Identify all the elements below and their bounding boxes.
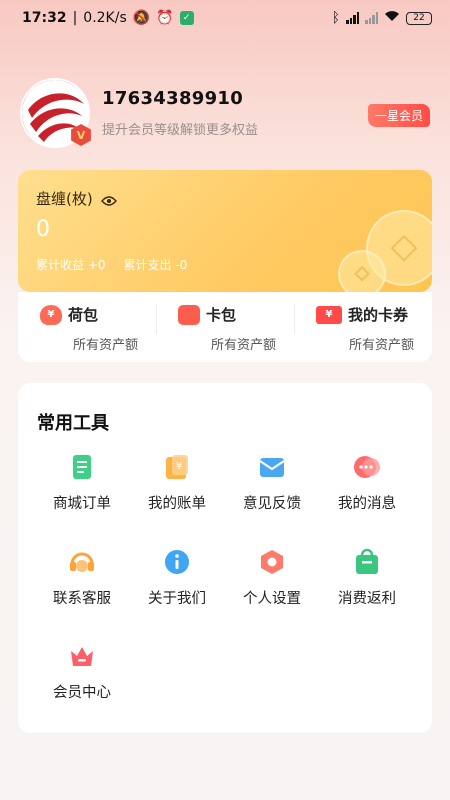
- coin-decoration-small: [338, 250, 386, 292]
- tool-label: 消费返利: [338, 591, 396, 607]
- income-total: 累计收益 +0: [36, 258, 106, 272]
- tool-customer-service[interactable]: 联系客服: [35, 547, 129, 608]
- tool-label: 会员中心: [53, 685, 111, 701]
- profile-header[interactable]: V 17634389910 提升会员等级解锁更多权益: [20, 78, 258, 148]
- tool-label: 我的消息: [338, 496, 396, 512]
- wallet-item-coupons[interactable]: ¥ 我的卡券 所有资产额: [294, 292, 432, 362]
- expense-total: 累计支出 -0: [123, 258, 188, 272]
- tool-my-messages[interactable]: 我的消息: [320, 452, 414, 513]
- pouch-icon: ¥: [40, 304, 62, 325]
- status-divider: |: [72, 10, 78, 26]
- wallet-item-label: 卡包: [206, 306, 237, 324]
- wallet-item-pouch[interactable]: ¥ 荷包 所有资产额: [18, 292, 156, 362]
- avatar[interactable]: V: [20, 78, 91, 148]
- message-icon: [352, 452, 382, 482]
- ticket-icon: ¥: [316, 305, 342, 324]
- tool-label: 个人设置: [243, 591, 301, 607]
- tool-label: 关于我们: [148, 591, 206, 607]
- rebate-icon: [352, 547, 382, 577]
- info-icon: [162, 547, 192, 577]
- tool-feedback[interactable]: 意见反馈: [225, 452, 319, 513]
- tool-label: 我的账单: [148, 496, 206, 512]
- status-bar: 17:32 | 0.2K/s 🔕 ⏰ ✓ ᛒ 22: [0, 0, 450, 36]
- headset-icon: [67, 547, 97, 577]
- order-icon: [67, 452, 97, 482]
- alarm-icon: ⏰: [156, 10, 174, 26]
- balance-title-row: 盘缠(枚): [36, 188, 117, 209]
- tool-consumption-rebate[interactable]: 消费返利: [320, 547, 414, 608]
- shield-icon: ✓: [179, 11, 194, 25]
- mail-icon: [257, 452, 287, 482]
- wallet-icon: [178, 304, 200, 325]
- tool-personal-settings[interactable]: 个人设置: [225, 547, 319, 608]
- tools-title: 常用工具: [37, 413, 109, 434]
- balance-stats: 累计收益 +0 累计支出 -0: [36, 256, 187, 273]
- battery-icon: 22: [406, 11, 432, 25]
- wallet-item-sub: 所有资产额: [348, 338, 414, 353]
- phone-number: 17634389910: [102, 88, 244, 109]
- signal-icon: [346, 12, 359, 24]
- network-speed: 0.2K/s: [83, 10, 127, 26]
- wallet-item-sub: 所有资产额: [210, 338, 276, 353]
- tool-label: 商城订单: [53, 496, 111, 512]
- upgrade-tip: 提升会员等级解锁更多权益: [102, 123, 259, 138]
- wallet-item-cards[interactable]: 卡包 所有资产额: [156, 292, 294, 362]
- tool-label: 意见反馈: [243, 496, 301, 512]
- mute-bell-icon: 🔕: [132, 10, 151, 26]
- wallet-row: ¥ 荷包 所有资产额 卡包 所有资产额 ¥ 我的卡券 所有资产额: [18, 292, 432, 362]
- wifi-icon: [384, 10, 400, 26]
- bluetooth-icon: ᛒ: [331, 10, 340, 26]
- balance-amount: 0: [36, 217, 50, 242]
- wallet-item-label: 荷包: [68, 306, 99, 324]
- tool-my-bills[interactable]: ¥ 我的账单: [130, 452, 224, 513]
- signal-icon-2: [365, 12, 378, 24]
- tool-label: 联系客服: [53, 591, 111, 607]
- tool-member-center[interactable]: 会员中心: [35, 641, 129, 702]
- settings-icon: [257, 547, 287, 577]
- balance-card[interactable]: 盘缠(枚) 0 累计收益 +0 累计支出 -0: [18, 170, 432, 292]
- svg-text:¥: ¥: [176, 461, 182, 472]
- tools-card: 常用工具 商城订单 ¥ 我的账单 意见反馈 我的消息 联系客服 关于我们 个人设…: [18, 383, 432, 733]
- status-time: 17:32: [22, 10, 67, 26]
- vip-center-icon: [67, 641, 97, 671]
- wallet-item-sub: 所有资产额: [72, 338, 138, 353]
- balance-title: 盘缠(枚): [36, 190, 93, 208]
- bill-icon: ¥: [162, 452, 192, 482]
- wallet-item-label: 我的卡券: [348, 306, 409, 324]
- eye-icon[interactable]: [100, 193, 117, 206]
- tool-mall-orders[interactable]: 商城订单: [35, 452, 129, 513]
- tool-about-us[interactable]: 关于我们: [130, 547, 224, 608]
- member-level-badge[interactable]: 一星会员: [367, 104, 430, 127]
